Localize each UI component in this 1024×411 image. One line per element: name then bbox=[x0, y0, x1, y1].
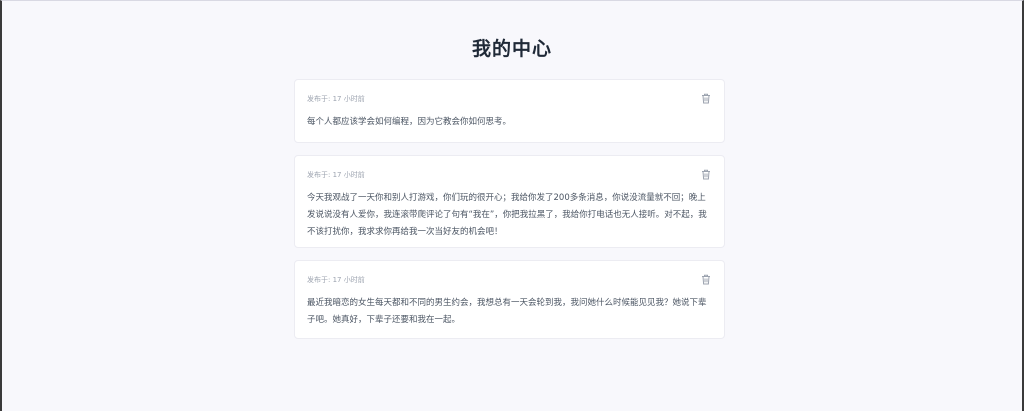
post-timestamp: 发布于: 17 小时前 bbox=[307, 276, 365, 284]
post-timestamp: 发布于: 17 小时前 bbox=[307, 171, 365, 179]
post-content: 每个人都应该学会如何编程，因为它教会你如何思考。 bbox=[307, 117, 512, 127]
trash-icon bbox=[701, 93, 711, 104]
post-card: 发布于: 17 小时前 每个人都应该学会如何编程，因为它教会你如何思考。 bbox=[294, 79, 725, 143]
delete-post-button[interactable] bbox=[700, 168, 712, 180]
trash-icon bbox=[701, 274, 711, 285]
post-content: 最近我暗恋的女生每天都和不同的男生约会，我想总有一天会轮到我，我问她什么时候能见… bbox=[307, 298, 707, 325]
post-list: 发布于: 17 小时前 每个人都应该学会如何编程，因为它教会你如何思考。 发布于… bbox=[294, 79, 725, 351]
post-card: 发布于: 17 小时前 今天我观战了一天你和别人打游戏，你们玩的很开心；我给你发… bbox=[294, 155, 725, 248]
trash-icon bbox=[701, 169, 711, 180]
delete-post-button[interactable] bbox=[700, 92, 712, 104]
page-title: 我的中心 bbox=[471, 38, 552, 60]
delete-post-button[interactable] bbox=[700, 273, 712, 285]
post-timestamp: 发布于: 17 小时前 bbox=[307, 95, 365, 103]
post-card: 发布于: 17 小时前 最近我暗恋的女生每天都和不同的男生约会，我想总有一天会轮… bbox=[294, 260, 725, 339]
post-content: 今天我观战了一天你和别人打游戏，你们玩的很开心；我给你发了200多条消息，你说没… bbox=[307, 193, 707, 237]
app-window: 我的中心 发布于: 17 小时前 每个人都应该学会如何编程，因为它教会你如何思考… bbox=[0, 0, 1024, 411]
